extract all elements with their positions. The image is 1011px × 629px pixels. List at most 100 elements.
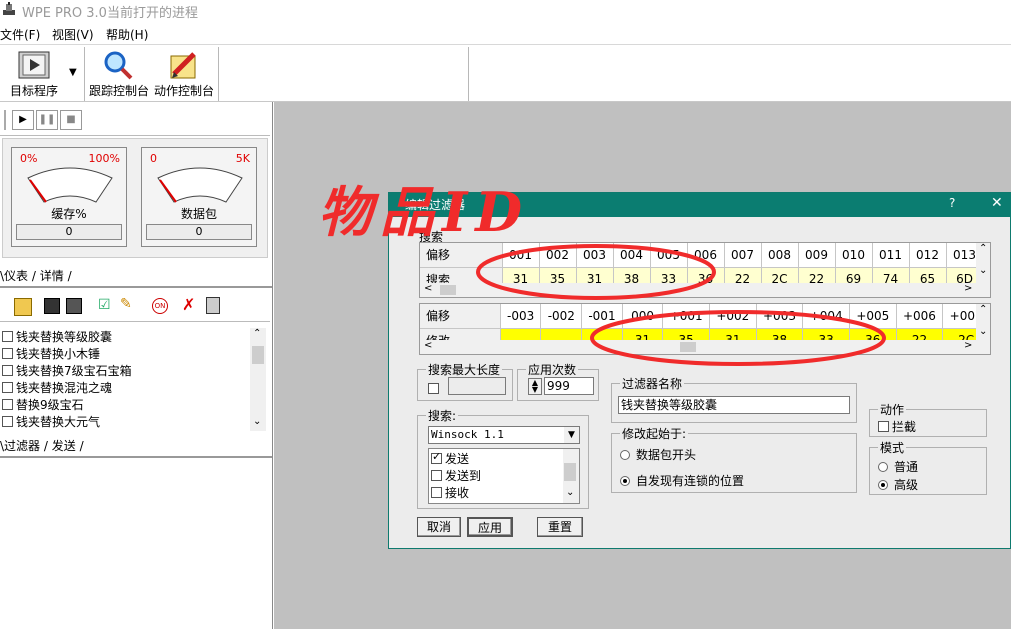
chevron-right-icon[interactable]: > (964, 283, 972, 294)
list-item[interactable]: 发送 (431, 451, 563, 468)
chevron-down-icon[interactable]: ⌄ (979, 326, 987, 337)
list-item[interactable]: 接收 (431, 485, 563, 502)
play-icon[interactable]: ▶ (12, 110, 34, 130)
buffer-gauge: 0% 100% 缓存% 0 (11, 147, 127, 247)
spinner-arrows-icon[interactable]: ▲ ▼ (528, 378, 542, 395)
max-length-input[interactable] (448, 377, 506, 395)
trash-icon[interactable] (206, 297, 220, 314)
action-group: 动作 拦截 (869, 401, 987, 437)
menu-bar: 文件(F) 视图(V) 帮助(H) (0, 22, 1011, 44)
radio-packet-start[interactable]: 数据包开头 (620, 446, 696, 463)
bottom-tabs: \过滤器 / 发送 / (0, 439, 84, 453)
chevron-left-icon[interactable]: < (424, 283, 432, 294)
protocol-select[interactable]: Winsock 1.1 (428, 426, 580, 444)
help-button[interactable]: ? (949, 196, 955, 210)
divider (0, 456, 272, 458)
stop-icon[interactable]: ■ (60, 110, 82, 130)
checkbox[interactable] (2, 365, 13, 376)
direction-list: 发送 发送到 接收 ⌄ (428, 448, 580, 504)
target-program-button[interactable]: 目标程序 (2, 47, 66, 101)
scroll-thumb[interactable] (440, 285, 456, 295)
chevron-down-icon[interactable]: ⌄ (979, 265, 987, 276)
chevron-up-icon[interactable]: ⌃ (253, 328, 261, 339)
tab-details[interactable]: 详情 (40, 269, 64, 283)
toolbar-separator (84, 47, 85, 101)
checkbox[interactable] (2, 348, 13, 359)
apply-button[interactable]: 应用 (467, 517, 513, 537)
list-item[interactable]: 替换9级宝石 (2, 397, 250, 414)
direction-scrollbar[interactable]: ⌄ (563, 449, 579, 503)
delete-icon[interactable]: ✗ (182, 295, 195, 314)
check-edit-icon[interactable]: ☑ (98, 297, 111, 313)
packets-gauge: 0 5K 数据包 0 (141, 147, 257, 247)
tab-meters[interactable]: 仪表 (4, 269, 28, 283)
checkbox[interactable] (878, 421, 889, 432)
list-item[interactable]: 钱夹替换混沌之魂 (2, 380, 250, 397)
chevron-down-icon[interactable]: ⌄ (253, 416, 261, 427)
radio-button[interactable] (878, 480, 888, 490)
radio-found-position[interactable]: 自发现有连锁的位置 (620, 472, 744, 489)
radio-normal[interactable]: 普通 (878, 458, 918, 475)
app-icon (3, 2, 15, 15)
save-as-icon[interactable] (66, 298, 82, 314)
chevron-down-icon[interactable]: ⌄ (566, 487, 574, 498)
cancel-button[interactable]: 取消 (417, 517, 461, 537)
toolbar-separator (218, 47, 219, 101)
on-off-icon[interactable]: ON (152, 298, 168, 314)
open-folder-icon[interactable] (14, 298, 32, 316)
left-panel: ▶ ❚❚ ■ 0% 100% 缓存% 0 0 5K 数据包 0 \仪表 / 详情… (0, 102, 273, 629)
apply-count-group: 应用次数 ▲ ▼ 999 (517, 361, 599, 401)
trace-console-button[interactable]: 跟踪控制台 (88, 47, 150, 101)
tab-send[interactable]: 发送 (52, 439, 76, 453)
scroll-thumb[interactable] (564, 463, 576, 481)
chevron-up-icon[interactable]: ⌃ (979, 304, 987, 315)
radio-button[interactable] (620, 450, 630, 460)
save-icon[interactable] (44, 298, 60, 314)
playback-controls: ▶ ❚❚ ■ (0, 104, 270, 136)
menu-file[interactable]: 文件(F) (0, 26, 40, 43)
list-item[interactable]: 钱夹替换小木锤 (2, 346, 250, 363)
pause-icon[interactable]: ❚❚ (36, 110, 58, 130)
checkbox[interactable] (2, 399, 13, 410)
menu-help[interactable]: 帮助(H) (106, 26, 148, 43)
checkbox[interactable] (431, 487, 442, 498)
radio-button[interactable] (878, 462, 888, 472)
close-button[interactable]: ✕ (991, 195, 1003, 211)
annotation-circle-modify (590, 310, 886, 366)
modify-grid-vscroll[interactable]: ⌃ ⌄ (976, 304, 990, 354)
chevron-up-icon[interactable]: ⌃ (979, 243, 987, 254)
chevron-down-icon[interactable]: ▼ (69, 67, 77, 78)
search-grid-vscroll[interactable]: ⌃ ⌄ (976, 243, 990, 297)
checkbox[interactable] (2, 416, 13, 427)
checkbox[interactable] (431, 470, 442, 481)
max-search-length-group: 搜索最大长度 (417, 361, 513, 401)
filter-name-input[interactable]: 钱夹替换等级胶囊 (618, 396, 850, 414)
apply-count-input[interactable]: 999 (544, 377, 594, 395)
chevron-left-icon[interactable]: < (424, 340, 432, 351)
action-console-button[interactable]: 动作控制台 (152, 47, 216, 101)
mode-group: 模式 普通 高级 (869, 439, 987, 495)
max-length-checkbox[interactable] (428, 383, 439, 394)
list-item[interactable]: 发送到 (431, 468, 563, 485)
list-item[interactable]: 钱夹替换等级胶囊 (2, 329, 250, 346)
filter-list: 钱夹替换等级胶囊 钱夹替换小木锤 钱夹替换7级宝石宝箱 钱夹替换混沌之魂 替换9… (0, 328, 266, 431)
list-scrollbar[interactable]: ⌃ ⌄ (250, 328, 266, 431)
checkbox[interactable] (2, 331, 13, 342)
radio-button[interactable] (620, 476, 630, 486)
chevron-down-icon[interactable]: ▼ (564, 427, 579, 443)
handwritten-annotation: 物品ID (318, 180, 531, 244)
list-item[interactable]: 钱夹替换大元气 (2, 414, 250, 431)
intercept-option[interactable]: 拦截 (878, 418, 916, 435)
filter-toolbar: ☑ ✎ ON ✗ (0, 292, 270, 322)
checkbox[interactable] (2, 382, 13, 393)
annotation-circle-search (476, 244, 716, 300)
pencil-icon[interactable]: ✎ (120, 296, 132, 312)
radio-advanced[interactable]: 高级 (878, 476, 918, 493)
tab-filters[interactable]: 过滤器 (4, 439, 40, 453)
list-item[interactable]: 钱夹替换7级宝石宝箱 (2, 363, 250, 380)
chevron-right-icon[interactable]: > (964, 340, 972, 351)
menu-view[interactable]: 视图(V) (52, 26, 94, 43)
scroll-thumb[interactable] (252, 346, 264, 364)
checkbox[interactable] (431, 451, 442, 464)
reset-button[interactable]: 重置 (537, 517, 583, 537)
